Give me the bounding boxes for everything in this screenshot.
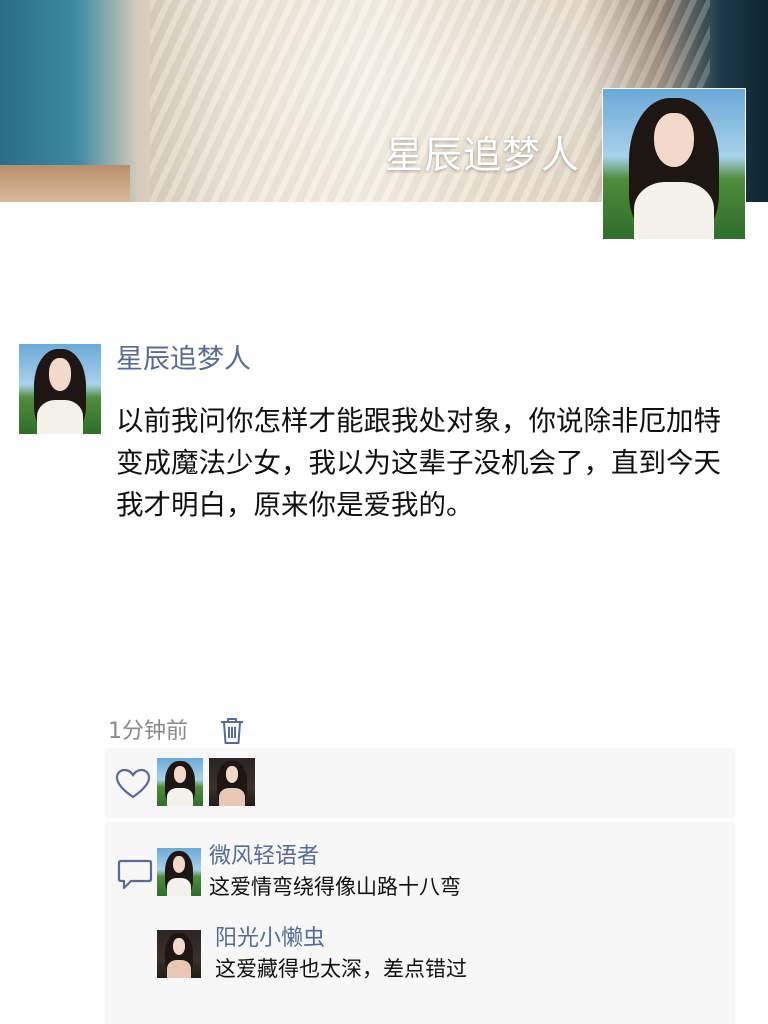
cover-beach <box>0 165 130 202</box>
commenter-avatar[interactable] <box>157 930 201 978</box>
profile-avatar[interactable] <box>602 88 746 240</box>
avatar-image <box>19 344 101 434</box>
avatar-image <box>157 848 201 896</box>
trash-icon[interactable] <box>219 716 245 746</box>
like-avatar[interactable] <box>209 758 255 806</box>
post-author-avatar[interactable] <box>19 344 101 434</box>
comment-text: 这爱情弯绕得像山路十八弯 <box>209 875 461 899</box>
post-time: 1分钟前 <box>108 719 188 744</box>
post-text: 以前我问你怎样才能跟我处对象，你说除非厄加特变成魔法少女，我以为这辈子没机会了，… <box>116 405 721 521</box>
commenter-avatar[interactable] <box>157 848 201 896</box>
likes-panel <box>105 748 735 818</box>
avatar-image <box>157 758 203 806</box>
avatar-image <box>209 758 255 806</box>
commenter-name[interactable]: 微风轻语者 <box>209 842 319 872</box>
avatar-image <box>157 930 201 978</box>
commenter-name[interactable]: 阳光小懒虫 <box>215 924 325 954</box>
avatar-image <box>603 89 745 239</box>
like-avatar[interactable] <box>157 758 203 806</box>
comment-text: 这爱藏得也太深，差点错过 <box>215 957 467 981</box>
heart-outline-icon <box>115 768 151 800</box>
comment-bubble-icon <box>117 858 153 892</box>
cover-display-name: 星辰追梦人 <box>384 133 580 177</box>
post-author-name[interactable]: 星辰追梦人 <box>116 340 251 380</box>
comments-panel: 微风轻语者 这爱情弯绕得像山路十八弯 阳光小懒虫 这爱藏得也太深，差点错过 <box>105 822 735 1024</box>
